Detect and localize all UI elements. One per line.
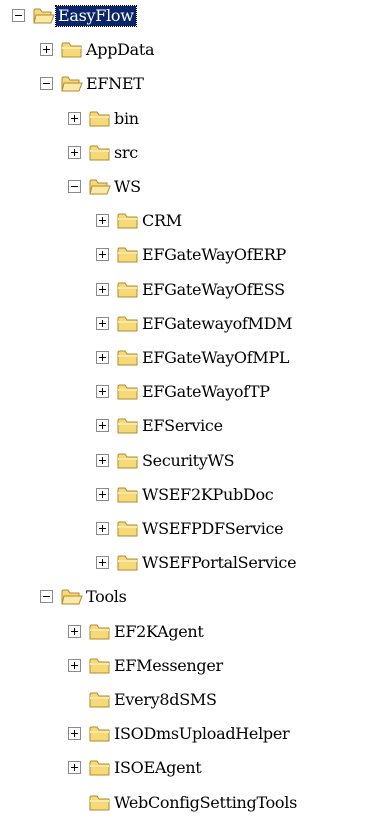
folder-icon: [117, 211, 139, 230]
folder-icon: [89, 656, 111, 675]
tree-node[interactable]: EFGateWayOfERP: [0, 242, 391, 268]
tree-node-label[interactable]: AppData: [84, 40, 156, 60]
tree-node[interactable]: CRM: [0, 208, 391, 234]
tree-node-label[interactable]: ISOEAgent: [112, 758, 203, 778]
tree-node[interactable]: EFGateWayOfESS: [0, 277, 391, 303]
tree-node-label[interactable]: ISODmsUploadHelper: [112, 724, 291, 744]
expand-icon[interactable]: [68, 145, 81, 159]
tree-node[interactable]: src: [0, 140, 391, 166]
tree-node[interactable]: bin: [0, 106, 391, 132]
expand-icon[interactable]: [96, 282, 109, 296]
folder-icon: [117, 485, 139, 504]
expand-icon[interactable]: [68, 761, 81, 775]
tree-node-label[interactable]: WebConfigSettingTools: [112, 793, 299, 813]
tree-node[interactable]: ISODmsUploadHelper: [0, 721, 391, 747]
tree-node-label[interactable]: EasyFlow: [55, 5, 137, 27]
folder-icon: [89, 622, 111, 641]
collapse-icon[interactable]: [40, 77, 53, 91]
tree-node-label[interactable]: EFMessenger: [112, 656, 225, 676]
tree-node-label[interactable]: EF2KAgent: [112, 622, 206, 642]
tree-node[interactable]: WebConfigSettingTools: [0, 790, 391, 816]
folder-icon: [117, 416, 139, 435]
tree-node[interactable]: EFService: [0, 413, 391, 439]
folder-icon: [89, 109, 111, 128]
folder-icon: [117, 280, 139, 299]
folder-icon: [89, 724, 111, 743]
tree-node-label[interactable]: EFGateWayOfERP: [140, 245, 288, 265]
tree-node[interactable]: EFGateWayofTP: [0, 379, 391, 405]
tree-node-label[interactable]: WSEFPDFService: [140, 519, 285, 539]
tree-node[interactable]: ISOEAgent: [0, 755, 391, 781]
tree-node-label[interactable]: EFService: [140, 416, 225, 436]
folder-icon: [89, 758, 111, 777]
tree-node-label[interactable]: Tools: [84, 587, 129, 607]
tree-node[interactable]: Every8dSMS: [0, 687, 391, 713]
tree-node[interactable]: Tools: [0, 584, 391, 610]
expand-icon[interactable]: [68, 624, 81, 638]
folder-icon: [117, 553, 139, 572]
collapse-icon[interactable]: [68, 180, 81, 193]
tree-node-label[interactable]: CRM: [140, 211, 184, 231]
collapse-icon[interactable]: [12, 9, 25, 22]
tree-node-label[interactable]: SecurityWS: [140, 451, 236, 471]
tree-node[interactable]: WSEFPDFService: [0, 516, 391, 542]
folder-icon: [117, 245, 139, 264]
expand-icon[interactable]: [96, 385, 109, 399]
folder-icon: [117, 382, 139, 401]
tree-node-label[interactable]: WSEFPortalService: [140, 553, 298, 573]
folder-icon: [61, 40, 83, 59]
folder-icon: [89, 793, 111, 812]
expand-icon[interactable]: [96, 316, 109, 330]
expand-icon[interactable]: [96, 214, 109, 228]
tree-node[interactable]: WS: [0, 174, 391, 200]
folder-icon: [89, 143, 111, 162]
expand-icon[interactable]: [96, 522, 109, 535]
expand-icon[interactable]: [96, 248, 109, 262]
tree-node-label[interactable]: EFNET: [84, 74, 146, 94]
expand-icon[interactable]: [68, 658, 81, 672]
tree-node-label[interactable]: WSEF2KPubDoc: [140, 485, 275, 505]
folder-tree: EasyFlow AppData EFNET bin src WS CRM EFGateWay…: [0, 0, 391, 823]
expand-icon[interactable]: [68, 727, 81, 741]
folder-icon: [117, 519, 139, 538]
tree-node-label[interactable]: src: [112, 143, 140, 163]
tree-node[interactable]: EFMessenger: [0, 653, 391, 679]
expand-icon[interactable]: [96, 453, 109, 467]
tree-node[interactable]: SecurityWS: [0, 448, 391, 474]
expand-icon[interactable]: [68, 111, 81, 125]
tree-node[interactable]: WSEF2KPubDoc: [0, 482, 391, 508]
folder-icon: [117, 314, 139, 333]
open-folder-icon: [61, 587, 83, 606]
expand-icon[interactable]: [40, 43, 53, 57]
tree-node[interactable]: EFGatewayofMDM: [0, 311, 391, 337]
open-folder-icon: [89, 177, 111, 196]
folder-icon: [117, 451, 139, 470]
expand-icon[interactable]: [96, 351, 109, 364]
tree-node-label[interactable]: EFGateWayofTP: [140, 382, 272, 402]
tree-node-label[interactable]: Every8dSMS: [112, 690, 219, 710]
tree-node-label[interactable]: EFGatewayofMDM: [140, 314, 294, 334]
tree-node[interactable]: EFGateWayOfMPL: [0, 345, 391, 371]
tree-node[interactable]: EF2KAgent: [0, 619, 391, 645]
tree-node-label[interactable]: bin: [112, 109, 141, 129]
folder-icon: [117, 348, 139, 367]
tree-node[interactable]: EFNET: [0, 71, 391, 97]
expand-icon[interactable]: [96, 487, 109, 501]
tree-node[interactable]: WSEFPortalService: [0, 550, 391, 576]
folder-icon: [89, 690, 111, 709]
open-folder-icon: [61, 74, 83, 93]
expand-icon[interactable]: [96, 419, 109, 433]
tree-node-label[interactable]: WS: [112, 177, 143, 197]
tree-node[interactable]: EasyFlow: [0, 3, 391, 29]
collapse-icon[interactable]: [40, 590, 53, 604]
tree-node-label[interactable]: EFGateWayOfESS: [140, 280, 287, 300]
open-folder-icon: [33, 6, 55, 25]
tree-node[interactable]: AppData: [0, 37, 391, 63]
tree-node-label[interactable]: EFGateWayOfMPL: [140, 348, 291, 368]
expand-icon[interactable]: [96, 556, 109, 570]
